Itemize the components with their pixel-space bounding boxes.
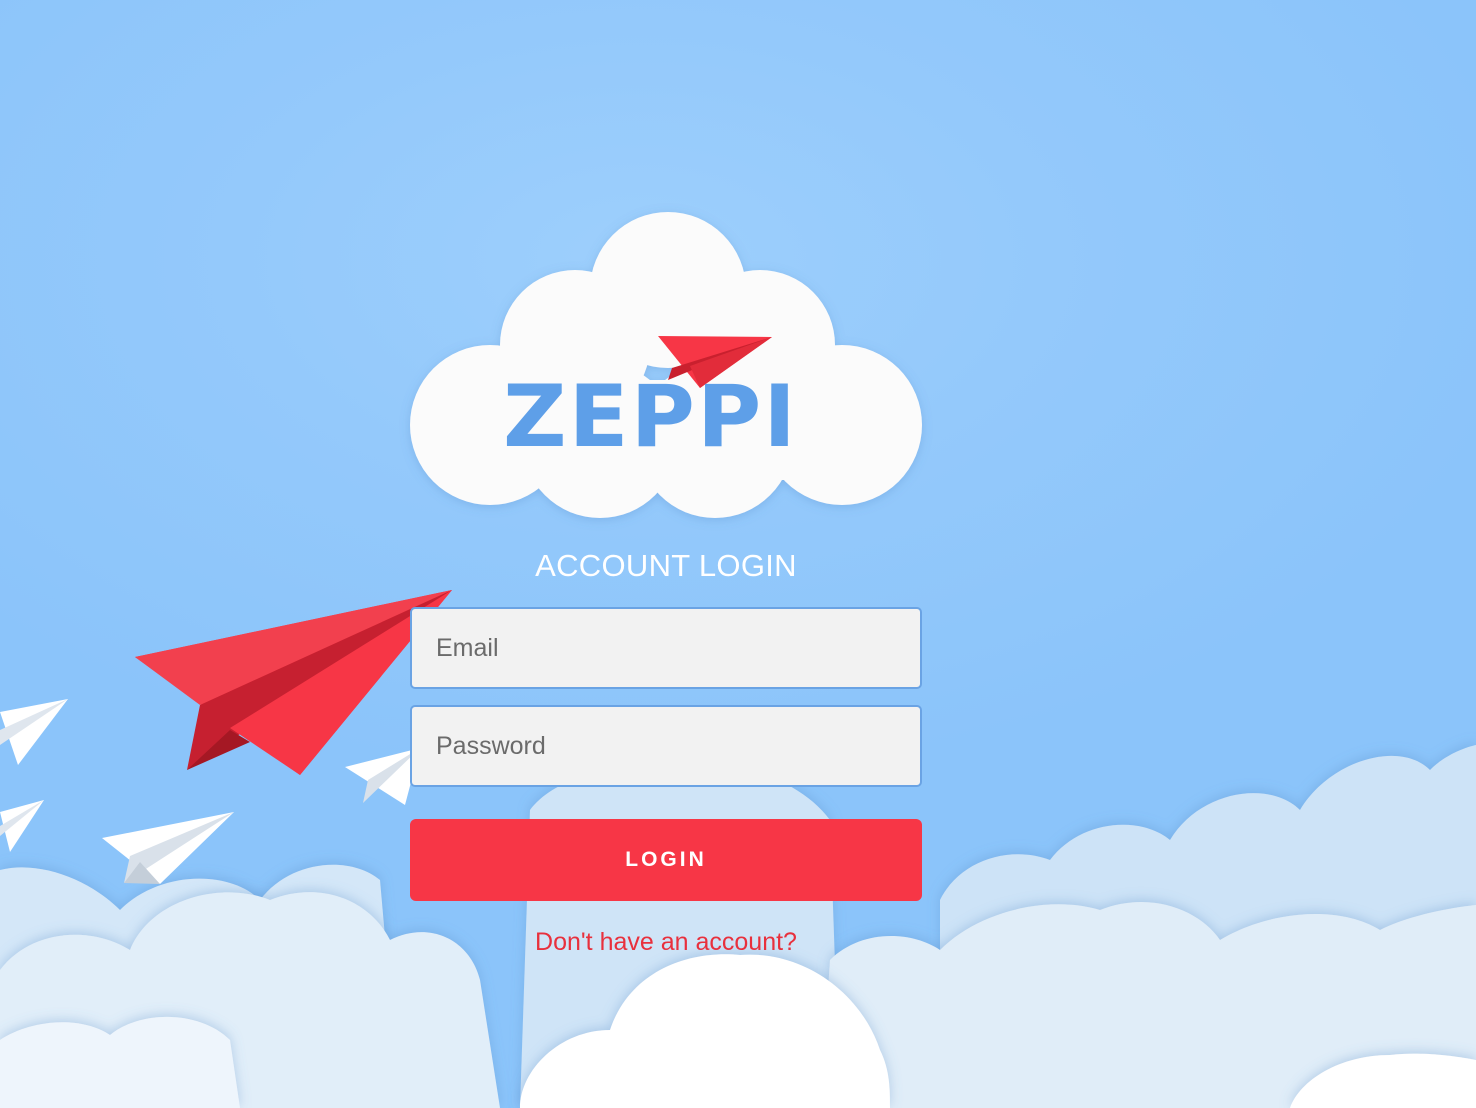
form-title: ACCOUNT LOGIN: [535, 548, 797, 583]
signup-link[interactable]: Don't have an account?: [410, 928, 922, 957]
red-paper-plane-illustration: [135, 590, 452, 775]
logo-wordmark: ZEPPI: [503, 367, 798, 467]
email-field[interactable]: [410, 607, 922, 689]
login-button[interactable]: LOGIN: [410, 819, 922, 901]
logo-cloud: [410, 212, 922, 518]
password-field[interactable]: [410, 705, 922, 787]
